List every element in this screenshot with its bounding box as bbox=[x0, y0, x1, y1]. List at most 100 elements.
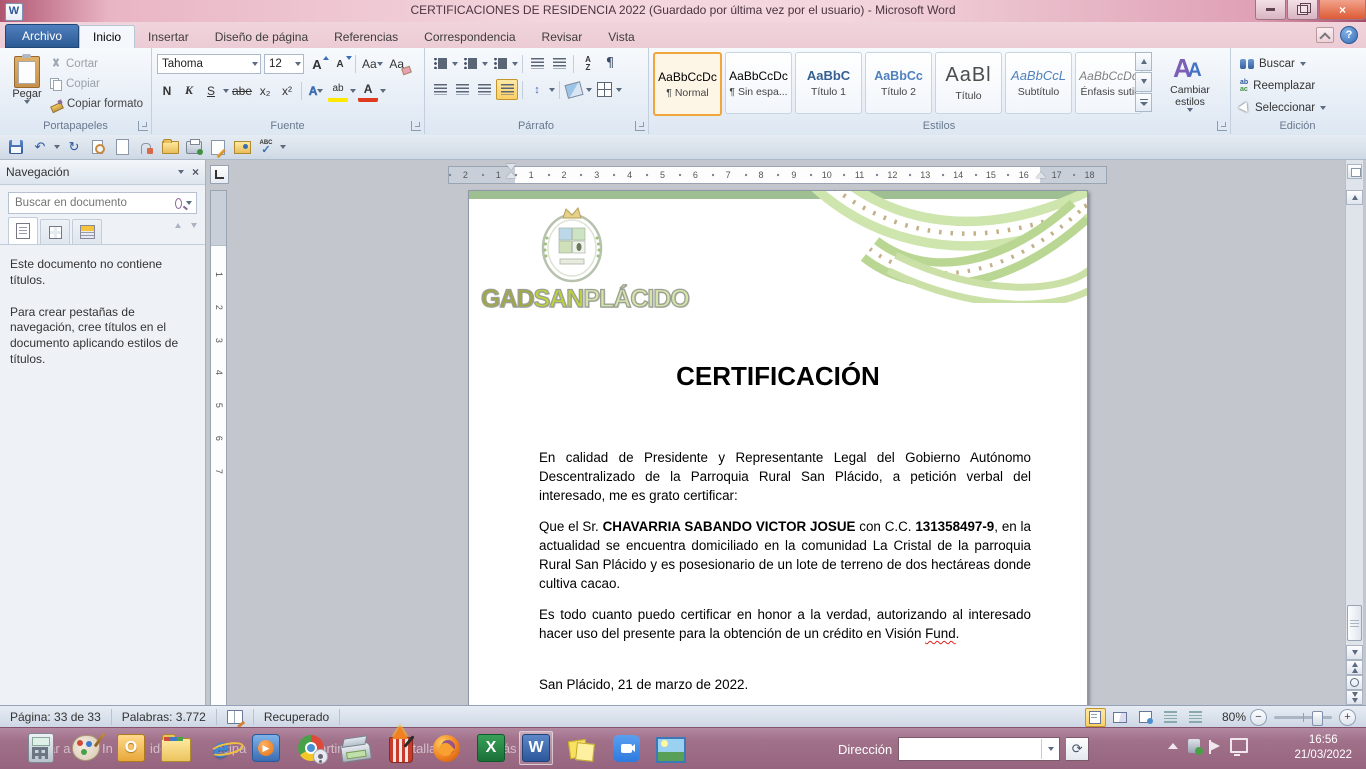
sort-button[interactable]: AZ bbox=[578, 54, 598, 73]
right-indent-marker[interactable] bbox=[1036, 172, 1046, 178]
style-titulo[interactable]: AaBlTítulo bbox=[935, 52, 1002, 114]
tab-inicio[interactable]: Inicio bbox=[79, 25, 135, 48]
taskbar-firefox[interactable] bbox=[429, 731, 463, 765]
scrollbar-thumb[interactable] bbox=[1347, 605, 1362, 641]
fullscreen-reading-view-button[interactable] bbox=[1110, 708, 1131, 727]
select-button[interactable]: Seleccionar bbox=[1240, 98, 1360, 118]
font-size-select[interactable]: 12 bbox=[264, 54, 304, 74]
print-preview-button[interactable] bbox=[88, 138, 108, 157]
copy-button[interactable]: Copiar bbox=[50, 74, 150, 94]
tab-correspondencia[interactable]: Correspondencia bbox=[411, 26, 528, 48]
font-color-button[interactable]: A bbox=[358, 79, 378, 102]
previous-result-icon[interactable] bbox=[175, 223, 181, 228]
document-body[interactable]: En calidad de Presidente y Representante… bbox=[539, 449, 1031, 705]
decrease-indent-button[interactable] bbox=[527, 54, 547, 73]
indent-markers[interactable] bbox=[506, 164, 516, 184]
style-titulo-1[interactable]: AaBbCTítulo 1 bbox=[795, 52, 862, 114]
nav-tab-results[interactable] bbox=[72, 219, 102, 244]
zoom-level[interactable]: 80% bbox=[1222, 710, 1246, 724]
tab-diseno-pagina[interactable]: Diseño de página bbox=[202, 26, 321, 48]
styles-scroll-up-icon[interactable] bbox=[1135, 52, 1152, 71]
taskbar-chrome[interactable] bbox=[294, 731, 328, 765]
draft-view-button[interactable] bbox=[1185, 708, 1206, 727]
nav-tab-pages[interactable] bbox=[40, 219, 70, 244]
multilevel-list-button[interactable] bbox=[490, 54, 510, 73]
undo-button[interactable]: ↶ bbox=[30, 138, 50, 157]
find-button[interactable]: Buscar bbox=[1240, 54, 1360, 74]
show-paragraph-marks-button[interactable]: ¶ bbox=[600, 54, 620, 73]
borders-button[interactable] bbox=[594, 80, 614, 99]
replace-button[interactable]: abac Reemplazar bbox=[1240, 76, 1360, 96]
format-painter-button[interactable]: Copiar formato bbox=[50, 94, 150, 114]
bold-button[interactable]: N bbox=[157, 81, 177, 100]
vertical-ruler[interactable]: 1234567 bbox=[210, 190, 227, 705]
underline-button[interactable]: S bbox=[201, 81, 221, 100]
folder-options-button[interactable] bbox=[232, 138, 252, 157]
numbering-button[interactable] bbox=[460, 54, 480, 73]
taskbar-excel[interactable]: X bbox=[474, 731, 508, 765]
styles-dialog-launcher-icon[interactable] bbox=[1217, 121, 1227, 131]
taskbar-recycle-burn[interactable] bbox=[384, 731, 418, 765]
select-browse-object-icon[interactable] bbox=[1346, 675, 1363, 690]
text-effects-button[interactable]: A bbox=[306, 81, 326, 100]
horizontal-ruler[interactable]: 21 12345678910111213141516 1718 bbox=[448, 166, 1107, 184]
scroll-down-icon[interactable] bbox=[1346, 645, 1363, 660]
clipboard-dialog-launcher-icon[interactable] bbox=[138, 121, 148, 131]
tray-show-hidden-icons[interactable] bbox=[1168, 743, 1178, 749]
justify-button[interactable] bbox=[496, 79, 518, 100]
tab-archivo[interactable]: Archivo bbox=[5, 24, 79, 48]
change-case-button[interactable]: Aa bbox=[361, 55, 384, 74]
help-icon[interactable]: ? bbox=[1340, 26, 1358, 44]
zoom-out-button[interactable]: − bbox=[1250, 709, 1267, 726]
tab-revisar[interactable]: Revisar bbox=[529, 26, 596, 48]
taskbar-media-player[interactable]: ▶ bbox=[249, 731, 283, 765]
proofing-status[interactable] bbox=[217, 709, 254, 725]
styles-scroll-down-icon[interactable] bbox=[1135, 72, 1152, 91]
style-enfasis-sutil[interactable]: AaBbCcDcÉnfasis sutil bbox=[1075, 52, 1142, 114]
highlight-dropdown-icon[interactable] bbox=[350, 89, 356, 93]
clear-formatting-button[interactable]: Aa bbox=[387, 55, 407, 74]
network-icon[interactable] bbox=[1230, 738, 1248, 753]
nav-tab-headings[interactable] bbox=[8, 217, 38, 244]
address-refresh-icon[interactable]: ⟳ bbox=[1066, 737, 1089, 761]
quick-print-button[interactable] bbox=[184, 138, 204, 157]
taskbar-sticky-notes[interactable] bbox=[564, 731, 598, 765]
taskbar-clock[interactable]: 16:56 21/03/2022 bbox=[1294, 733, 1352, 763]
align-right-button[interactable] bbox=[474, 80, 494, 99]
tab-vista[interactable]: Vista bbox=[595, 26, 647, 48]
font-dialog-launcher-icon[interactable] bbox=[411, 121, 421, 131]
align-left-button[interactable] bbox=[430, 80, 450, 99]
tab-referencias[interactable]: Referencias bbox=[321, 26, 411, 48]
line-spacing-button[interactable]: ↕ bbox=[527, 80, 547, 99]
subscript-button[interactable]: x₂ bbox=[255, 81, 275, 100]
shrink-font-button[interactable]: A bbox=[330, 55, 350, 74]
underline-dropdown-icon[interactable] bbox=[223, 89, 229, 93]
undo-dropdown-icon[interactable] bbox=[54, 145, 60, 149]
minimize-button[interactable] bbox=[1255, 0, 1286, 20]
recovered-status[interactable]: Recuperado bbox=[254, 709, 340, 725]
qat-more-commands-icon[interactable] bbox=[280, 145, 286, 149]
italic-button[interactable]: K bbox=[179, 81, 199, 100]
usb-device-icon[interactable] bbox=[1188, 739, 1200, 753]
address-bar-input[interactable] bbox=[898, 737, 1060, 761]
grow-font-button[interactable]: A bbox=[307, 55, 327, 74]
cut-button[interactable]: Cortar bbox=[50, 54, 150, 74]
next-page-icon[interactable] bbox=[1346, 690, 1363, 705]
increase-indent-button[interactable] bbox=[549, 54, 569, 73]
bullets-button[interactable] bbox=[430, 54, 450, 73]
close-button[interactable]: × bbox=[1319, 0, 1366, 20]
new-document-button[interactable] bbox=[112, 138, 132, 157]
taskbar-calculator[interactable] bbox=[24, 731, 58, 765]
next-result-icon[interactable] bbox=[191, 223, 197, 228]
font-color-dropdown-icon[interactable] bbox=[380, 89, 386, 93]
highlight-color-button[interactable]: ab bbox=[328, 79, 348, 102]
taskbar-paint[interactable] bbox=[69, 731, 103, 765]
address-dropdown-icon[interactable] bbox=[1041, 739, 1059, 759]
search-options-icon[interactable] bbox=[186, 201, 192, 205]
page-indicator[interactable]: Página: 33 de 33 bbox=[0, 709, 112, 725]
taskbar-zoom-app[interactable] bbox=[609, 731, 643, 765]
tab-stop-selector[interactable] bbox=[210, 165, 229, 184]
print-layout-view-button[interactable] bbox=[1085, 708, 1106, 727]
navigation-close-icon[interactable]: × bbox=[192, 165, 199, 179]
paste-button[interactable]: Pegar bbox=[5, 52, 49, 120]
